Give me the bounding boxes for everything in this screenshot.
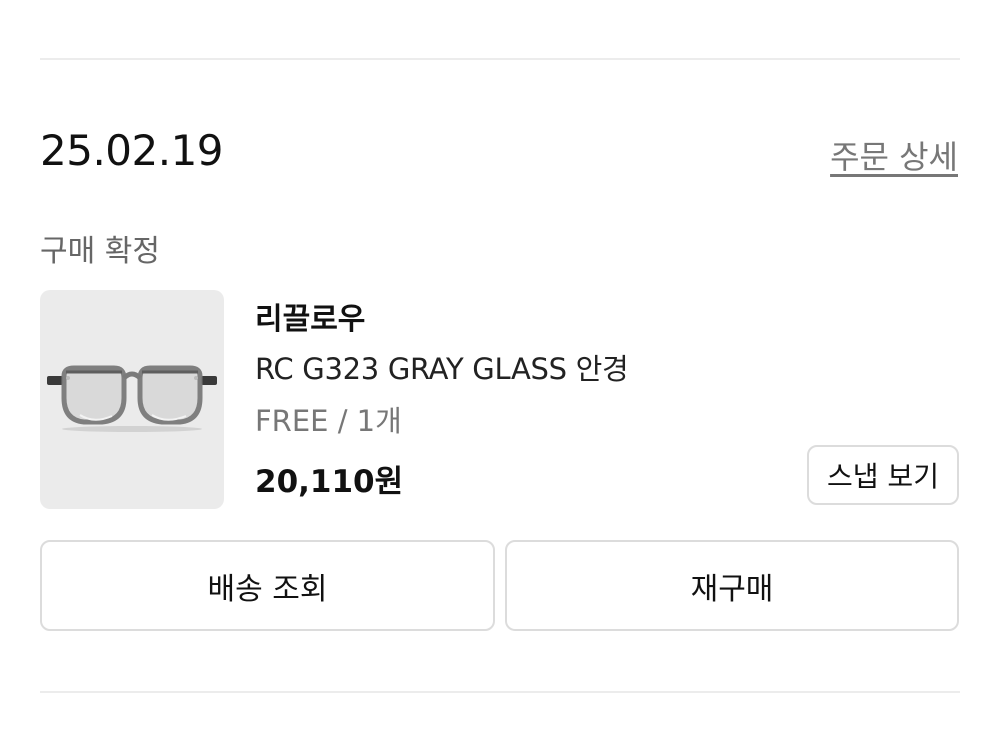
product-brand[interactable]: 리끌로우	[255, 294, 365, 338]
rebuy-button[interactable]: 재구매	[505, 540, 959, 631]
product-thumbnail[interactable]	[40, 290, 224, 509]
top-divider	[40, 58, 960, 60]
track-delivery-button[interactable]: 배송 조회	[40, 540, 495, 631]
bottom-divider	[40, 691, 960, 693]
eyeglasses-icon	[47, 365, 217, 432]
order-date: 25.02.19	[40, 126, 224, 175]
order-status-label: 구매 확정	[40, 234, 160, 269]
order-card: 25.02.19 주문 상세 구매 확정 리끌로우 RC G323 GRAY G…	[0, 0, 1000, 750]
product-option: FREE / 1개	[255, 404, 402, 438]
order-detail-link[interactable]: 주문 상세	[830, 132, 958, 178]
product-name[interactable]: RC G323 GRAY GLASS 안경	[255, 346, 629, 388]
snap-view-button[interactable]: 스냅 보기	[807, 445, 959, 505]
product-price: 20,110원	[255, 464, 404, 500]
